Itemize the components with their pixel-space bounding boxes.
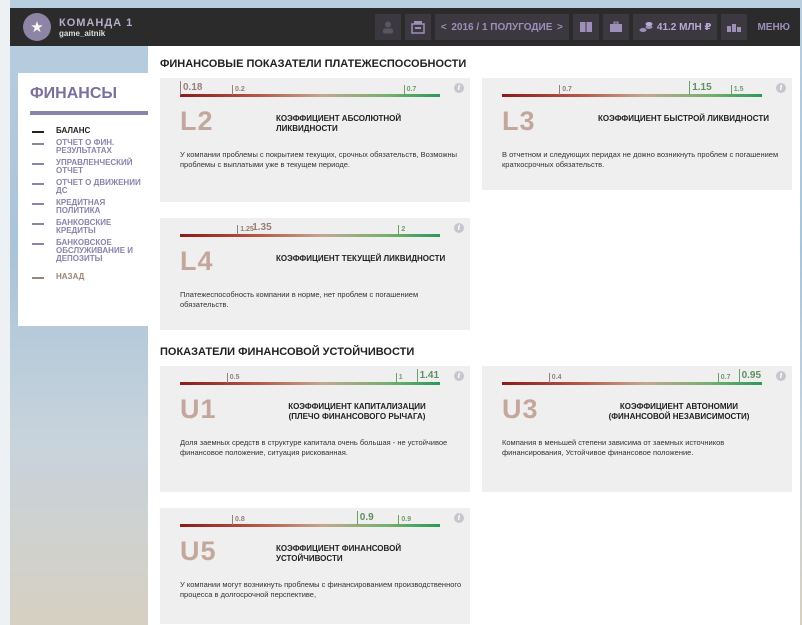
team-name: КОМАНДА 1 [59, 16, 134, 29]
u5-name: КОЭФФИЦИЕНТ ФИНАНСОВОЙ УСТОЙЧИВОСТИ [276, 544, 402, 563]
l4-description: Платежеспособность компании в норме, нет… [180, 290, 419, 309]
l2-scale: 0.18 0.2 0.7 [180, 78, 440, 100]
u3-info-icon[interactable]: i [776, 371, 786, 381]
l3-description: В отчетном и следующих перидах не дожно … [502, 150, 779, 169]
u3-max: 0.7 [717, 373, 731, 383]
l3-info-icon[interactable]: i [776, 83, 786, 93]
l2-max: 0.7 [403, 85, 416, 95]
u5-min: 0.8 [232, 515, 245, 525]
u1-info-icon[interactable]: i [454, 371, 464, 381]
coins-icon [639, 22, 653, 32]
main-content: ФИНАНСОВЫЕ ПОКАЗАТЕЛИ ПЛАТЕЖЕСПОСОБНОСТИ… [148, 46, 800, 625]
l3-code: L3 [502, 106, 536, 136]
person-icon[interactable] [374, 14, 401, 40]
l4-max: 2 [398, 225, 405, 235]
u3-scale: 0.4 0.7 0.95 [502, 366, 762, 388]
l4-code: L4 [180, 246, 214, 276]
l3-scale: 0.7 1.15 1.5 [502, 78, 762, 100]
u1-code: U1 [180, 394, 217, 424]
l4-value: 1.35 [252, 222, 272, 233]
card-l3: 0.7 1.15 1.5 i L3 КОЭФФИЦИЕНТ БЫСТРОЙ ЛИ… [482, 78, 792, 190]
u5-info-icon[interactable]: i [454, 513, 464, 523]
u3-value: 0.95 [738, 369, 761, 383]
finance-sidebar: ФИНАНСЫ БАЛАНС ОТЧЕТ О ФИН. РЕЗУЛЬТАТАХ … [18, 73, 148, 326]
u1-value: 1.41 [416, 369, 439, 383]
u3-name: КОЭФФИЦИЕНТ АВТОНОМИИ (ФИНАНСОВОЙ НЕЗАВИ… [608, 402, 750, 421]
stability-section-title: ПОКАЗАТЕЛИ ФИНАНСОВОЙ УСТОЙЧИВОСТИ [160, 346, 415, 358]
back-button[interactable]: НАЗАД [18, 273, 148, 281]
l3-name: КОЭФФИЦИЕНТ БЫСТРОЙ ЛИКВИДНОСТИ [598, 114, 769, 123]
sidebar-item-bank-service[interactable]: БАНКОВСКОЕ ОБСЛУЖИВАНИЕ И ДЕПОЗИТЫ [18, 239, 148, 263]
menu-button[interactable]: МЕНЮ [751, 14, 796, 40]
username: game_aitnik [59, 28, 106, 38]
l3-min: 0.7 [559, 85, 572, 95]
u3-description: Компания в меньшей степени зависима от з… [502, 438, 725, 457]
prev-period-icon[interactable]: < [441, 22, 447, 33]
l2-min: 0.2 [232, 85, 245, 95]
sidebar-item-bank-credits[interactable]: БАНКОВСКИЕ КРЕДИТЫ [18, 219, 148, 235]
office-icon[interactable] [404, 14, 431, 40]
u3-min: 0.4 [548, 373, 562, 383]
l4-name: КОЭФФИЦИЕНТ ТЕКУЩЕЙ ЛИКВИДНОСТИ [276, 254, 446, 263]
top-bar: ★ КОМАНДА 1 game_aitnik < 2016 / 1 ПОЛУГ… [10, 8, 800, 46]
card-u3: 0.4 0.7 0.95 i U3 КОЭФФИЦИЕНТ АВТОНОМИИ … [482, 366, 792, 492]
u5-code: U5 [180, 536, 217, 566]
u1-min: 0.5 [226, 373, 240, 383]
stats-icon[interactable] [721, 14, 748, 40]
u5-value: 0.9 [356, 511, 374, 525]
card-l2: 0.18 0.2 0.7 i L2 КОЭФФИЦИЕНТ АБСОЛЮТНОЙ… [160, 78, 470, 202]
sidebar-item-balance[interactable]: БАЛАНС [18, 127, 148, 135]
u5-description: У компании могут возникнуть проблемы с ф… [180, 580, 462, 599]
l2-value: 0.18 [180, 81, 202, 95]
left-margin [0, 0, 10, 625]
u3-code: U3 [502, 394, 539, 424]
team-info: КОМАНДА 1 game_aitnik [59, 17, 133, 38]
sidebar-item-credit-policy[interactable]: КРЕДИТНАЯ ПОЛИТИКА [18, 199, 148, 215]
sidebar-title: ФИНАНСЫ [30, 85, 118, 102]
sidebar-divider [30, 111, 148, 115]
l2-description: У компании проблемы с покрытием текущих,… [180, 150, 458, 169]
sidebar-item-fin-results[interactable]: ОТЧЕТ О ФИН. РЕЗУЛЬТАТАХ [18, 139, 148, 155]
u1-description: Доля заемных средств в структуре капитал… [180, 438, 448, 457]
u1-scale: 0.5 1 1.41 [180, 366, 440, 388]
next-period-icon[interactable]: > [557, 22, 563, 33]
u5-scale: 0.8 0.9 0.9 [180, 508, 440, 530]
l3-max: 1.5 [730, 85, 744, 95]
l4-scale: 1.25 1.35 2 [180, 218, 440, 240]
period-label: 2016 / 1 ПОЛУГОДИЕ [451, 21, 553, 33]
money-value: 41.2 МЛН ₽ [656, 21, 712, 33]
team-star-icon[interactable]: ★ [23, 13, 51, 41]
card-l4: 1.25 1.35 2 i L4 КОЭФФИЦИЕНТ ТЕКУЩЕЙ ЛИК… [160, 218, 470, 330]
money-indicator[interactable]: 41.2 МЛН ₽ [632, 14, 718, 40]
solvency-section-title: ФИНАНСОВЫЕ ПОКАЗАТЕЛИ ПЛАТЕЖЕСПОСОБНОСТИ [160, 58, 467, 70]
u1-max: 1 [395, 373, 403, 383]
sidebar-item-management-report[interactable]: УПРАВЛЕНЧЕСКИЙ ОТЧЕТ [18, 159, 148, 175]
book-icon[interactable] [572, 14, 599, 40]
period-selector[interactable]: < 2016 / 1 ПОЛУГОДИЕ > [434, 14, 569, 40]
l2-info-icon[interactable]: i [454, 83, 464, 93]
l3-value: 1.15 [689, 81, 712, 95]
l2-code: L2 [180, 106, 214, 136]
u5-max: 0.9 [398, 515, 411, 525]
card-u5: 0.8 0.9 0.9 i U5 КОЭФФИЦИЕНТ ФИНАНСОВОЙ … [160, 508, 470, 624]
l4-info-icon[interactable]: i [454, 223, 464, 233]
briefcase-icon[interactable] [602, 14, 629, 40]
card-u1: 0.5 1 1.41 i U1 КОЭФФИЦИЕНТ КАПИТАЛИЗАЦИ… [160, 366, 470, 492]
sidebar-item-cash-flow[interactable]: ОТЧЕТ О ДВИЖЕНИИ ДС [18, 179, 148, 195]
l2-name: КОЭФФИЦИЕНТ АБСОЛЮТНОЙ ЛИКВИДНОСТИ [276, 114, 402, 133]
u1-name: КОЭФФИЦИЕНТ КАПИТАЛИЗАЦИИ (ПЛЕЧО ФИНАНСО… [288, 402, 426, 421]
